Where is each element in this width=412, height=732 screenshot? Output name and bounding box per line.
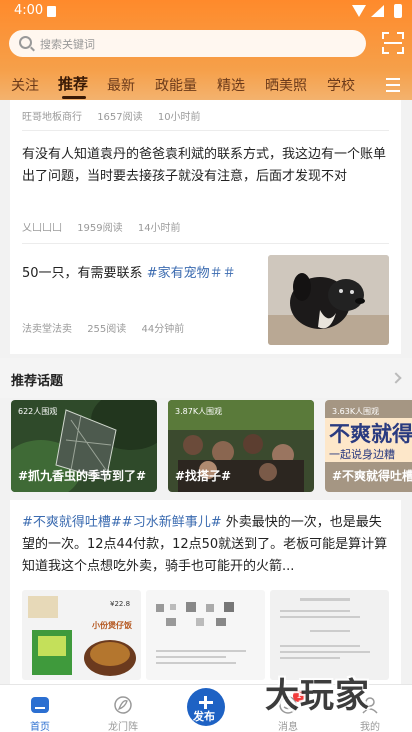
feed-card: #不爽就得吐槽##习水新鲜事儿# 外卖最快的一次，也是最失望的一次。12点44付… xyxy=(10,500,401,684)
topic-card[interactable]: 不爽就得 一起说身边糟 3.63K人围观 #不爽就得吐槽# xyxy=(325,400,412,492)
dog-photo[interactable] xyxy=(268,255,389,345)
divider xyxy=(22,130,389,131)
post-hashtag[interactable]: #家有宠物＃＃ xyxy=(147,266,236,281)
post-author[interactable]: 乂凵凵凵 xyxy=(22,223,62,234)
post-image[interactable] xyxy=(270,590,389,680)
tab-recommend[interactable]: 推荐 xyxy=(58,73,88,94)
tab-label: 首页 xyxy=(30,722,50,732)
compass-icon xyxy=(113,695,133,715)
search-placeholder: 搜索关键词 xyxy=(40,38,95,51)
chevron-right-icon[interactable] xyxy=(390,372,402,384)
sim-icon xyxy=(47,6,56,17)
home-icon xyxy=(30,695,50,715)
topic-overlay-title: 不爽就得 xyxy=(329,422,412,446)
post-meta: 乂凵凵凵 1959阅读 14小时前 xyxy=(22,219,193,234)
topic-card[interactable]: 3.87K人围观 #找搭子# xyxy=(168,400,314,492)
post-reads: 1657阅读 xyxy=(97,112,143,123)
recommended-topics-header[interactable]: 推荐话题 xyxy=(0,358,412,398)
scan-icon[interactable] xyxy=(382,32,404,54)
tab-label: 龙门阵 xyxy=(108,722,138,732)
topic-overlay-sub: 一起说身边糟 xyxy=(329,448,395,461)
post-time: 10小时前 xyxy=(157,112,201,123)
tab-school[interactable]: 学校 xyxy=(327,75,355,95)
topic-name: #找搭子# xyxy=(175,469,232,483)
search-bar[interactable]: 搜索关键词 xyxy=(9,30,366,57)
menu-icon[interactable] xyxy=(386,78,400,92)
watermark: 大玩家 xyxy=(265,676,370,716)
post-time: 14小时前 xyxy=(137,223,181,234)
tab-longmen[interactable]: 龙门阵 xyxy=(103,695,143,732)
post-image[interactable]: ¥22.8 小份煲仔饭 xyxy=(22,590,141,680)
topic-card[interactable]: 622人围观 #抓九香虫的季节到了# xyxy=(11,400,157,492)
post-body[interactable]: 50一只，有需要联系 #家有宠物＃＃ xyxy=(22,263,262,285)
thumb-label: 小份煲仔饭 xyxy=(92,621,132,630)
divider xyxy=(22,243,389,244)
tab-latest[interactable]: 最新 xyxy=(107,75,135,95)
tab-follow[interactable]: 关注 xyxy=(11,75,39,95)
battery-icon xyxy=(394,4,402,18)
post-author[interactable]: 旺哥地板商行 xyxy=(22,112,82,123)
post-time: 44分钟前 xyxy=(141,324,185,335)
section-title: 推荐话题 xyxy=(11,374,64,389)
tab-positive-energy[interactable]: 政能量 xyxy=(155,75,197,95)
status-bar: 4:00 xyxy=(0,0,412,24)
post-reads: 1959阅读 xyxy=(77,223,123,234)
feed: 旺哥地板商行 1657阅读 10小时前 有没有人知道袁丹的爸爸袁利斌的联系方式，… xyxy=(0,100,412,684)
tab-featured[interactable]: 精选 xyxy=(217,75,245,95)
post-body[interactable]: 有没有人知道袁丹的爸爸袁利斌的联系方式，我这边有一个账单出了问题，当时要去接孩子… xyxy=(22,144,390,188)
publish-label: 发布 xyxy=(193,710,215,723)
post-image[interactable] xyxy=(146,590,265,680)
topic-views: 622人围观 xyxy=(18,407,58,416)
post-meta: 法卖堂法卖 255阅读 44分钟前 xyxy=(22,320,196,335)
search-icon xyxy=(19,36,32,49)
post-body[interactable]: #不爽就得吐槽##习水新鲜事儿# 外卖最快的一次，也是最失望的一次。12点44付… xyxy=(22,512,390,578)
tab-label: 消息 xyxy=(278,722,298,732)
active-tab-underline xyxy=(62,96,86,99)
tab-label: 我的 xyxy=(360,722,380,732)
post-hashtag[interactable]: #习水新鲜事儿# xyxy=(122,515,222,530)
wifi-icon xyxy=(352,5,366,17)
topic-name: #不爽就得吐槽# xyxy=(332,469,412,483)
feed-card: 旺哥地板商行 1657阅读 10小时前 有没有人知道袁丹的爸爸袁利斌的联系方式，… xyxy=(10,100,401,354)
status-time: 4:00 xyxy=(14,3,44,18)
app-header: 4:00 搜索关键词 关注 推荐 最新 政能量 精选 晒美照 学校 xyxy=(0,0,412,100)
post-hashtag[interactable]: #不爽就得吐槽# xyxy=(22,515,122,530)
topic-name: #抓九香虫的季节到了# xyxy=(18,469,147,483)
post-reads: 255阅读 xyxy=(87,324,127,335)
post-text: 50一只，有需要联系 xyxy=(22,266,147,281)
thumb-price: ¥22.8 xyxy=(110,600,131,608)
post-meta: 旺哥地板商行 1657阅读 10小时前 xyxy=(22,108,213,123)
topic-views: 3.63K人围观 xyxy=(332,407,380,416)
tab-photos[interactable]: 晒美照 xyxy=(265,75,307,95)
channel-tabs: 关注 推荐 最新 政能量 精选 晒美照 学校 xyxy=(0,73,412,99)
topic-views: 3.87K人围观 xyxy=(175,407,223,416)
tab-home[interactable]: 首页 xyxy=(20,695,60,732)
post-author[interactable]: 法卖堂法卖 xyxy=(22,324,72,335)
signal-icon xyxy=(371,5,384,17)
